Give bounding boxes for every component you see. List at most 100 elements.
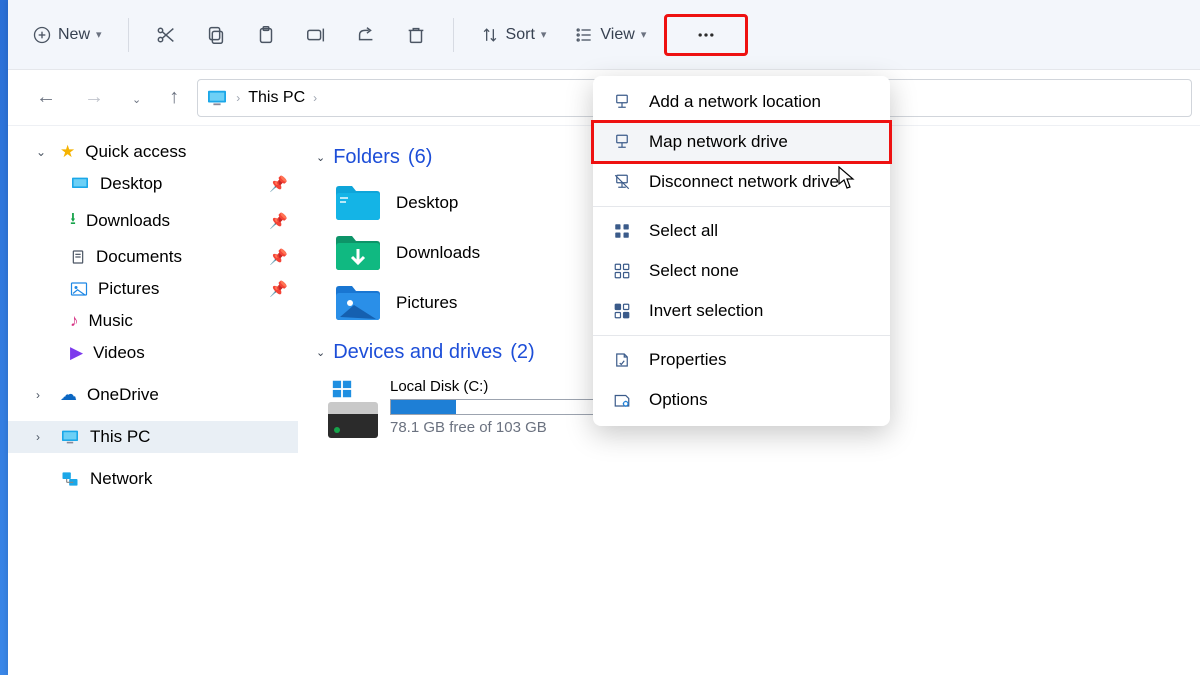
- sidebar-item-videos[interactable]: ▶ Videos: [8, 337, 298, 369]
- drives-title: Devices and drives: [333, 341, 502, 364]
- desktop-icon: [70, 176, 90, 192]
- menu-map-network-drive[interactable]: Map network drive: [593, 122, 890, 162]
- chevron-down-icon: ▾: [541, 28, 547, 41]
- windows-logo-icon: [328, 378, 378, 400]
- view-label: View: [600, 26, 634, 44]
- sidebar-quick-access[interactable]: ⌄ ★ Quick access: [8, 136, 298, 168]
- sidebar-item-downloads[interactable]: ⭳ Downloads 📌: [8, 200, 298, 241]
- sidebar-item-label: Pictures: [98, 279, 159, 299]
- folder-label: Downloads: [396, 243, 480, 263]
- cut-button[interactable]: [145, 16, 187, 54]
- chevron-right-icon: ›: [36, 388, 50, 402]
- map-drive-icon: [611, 133, 633, 151]
- forward-button[interactable]: →: [74, 78, 114, 117]
- share-button[interactable]: [345, 16, 387, 54]
- folder-pictures-icon: [334, 283, 382, 323]
- this-pc-icon: [206, 89, 228, 107]
- menu-properties[interactable]: Properties: [593, 340, 890, 380]
- videos-icon: ▶: [70, 343, 83, 363]
- recent-locations-button[interactable]: ⌄: [122, 78, 151, 117]
- sidebar-item-label: Desktop: [100, 174, 162, 194]
- folder-label: Pictures: [396, 293, 457, 313]
- sidebar-onedrive[interactable]: › ☁ OneDrive: [8, 379, 298, 411]
- menu-select-all[interactable]: Select all: [593, 211, 890, 251]
- menu-label: Map network drive: [649, 132, 788, 152]
- paste-button[interactable]: [245, 16, 287, 54]
- copy-icon: [205, 24, 227, 46]
- chevron-down-icon: ▾: [96, 28, 102, 41]
- arrow-up-icon: ↑: [169, 86, 179, 108]
- chevron-right-icon: ›: [36, 430, 50, 444]
- rename-icon: [305, 24, 327, 46]
- sort-button[interactable]: Sort ▾: [470, 17, 557, 53]
- chevron-down-icon: ⌄: [316, 346, 325, 359]
- menu-options[interactable]: Options: [593, 380, 890, 420]
- breadcrumb-this-pc[interactable]: This PC: [248, 89, 305, 107]
- onedrive-label: OneDrive: [87, 385, 159, 405]
- ellipsis-icon: [693, 25, 719, 45]
- disconnect-drive-icon: [611, 173, 633, 191]
- separator: [453, 18, 454, 52]
- view-icon: [574, 25, 594, 45]
- downloads-icon: ⭳: [70, 206, 76, 235]
- folder-label: Desktop: [396, 193, 458, 213]
- arrow-left-icon: ←: [36, 86, 56, 108]
- menu-select-none[interactable]: Select none: [593, 251, 890, 291]
- folder-downloads-icon: [334, 233, 382, 273]
- rename-button[interactable]: [295, 16, 337, 54]
- scissors-icon: [155, 24, 177, 46]
- menu-label: Select none: [649, 261, 739, 281]
- select-all-icon: [611, 222, 633, 240]
- pin-icon: 📌: [269, 280, 288, 298]
- quick-access-label: Quick access: [85, 142, 186, 162]
- pictures-icon: [70, 281, 88, 297]
- menu-separator: [593, 206, 890, 207]
- properties-icon: [611, 351, 633, 369]
- sidebar-item-label: Music: [89, 311, 133, 331]
- select-none-icon: [611, 262, 633, 280]
- clipboard-icon: [255, 24, 277, 46]
- sidebar-item-desktop[interactable]: Desktop 📌: [8, 168, 298, 200]
- more-button[interactable]: [664, 14, 748, 56]
- share-icon: [355, 24, 377, 46]
- sidebar-this-pc[interactable]: › This PC: [8, 421, 298, 453]
- menu-add-network-location[interactable]: Add a network location: [593, 82, 890, 122]
- back-button[interactable]: ←: [26, 78, 66, 117]
- plus-circle-icon: [32, 25, 52, 45]
- desktop-background-edge: [0, 0, 8, 675]
- mouse-cursor-icon: [838, 166, 856, 190]
- sidebar-item-pictures[interactable]: Pictures 📌: [8, 273, 298, 305]
- sidebar-item-label: Downloads: [86, 211, 170, 231]
- pin-icon: 📌: [269, 248, 288, 266]
- delete-button[interactable]: [395, 16, 437, 54]
- folders-count: (6): [408, 146, 432, 169]
- chevron-right-icon: ›: [236, 91, 240, 105]
- menu-invert-selection[interactable]: Invert selection: [593, 291, 890, 331]
- drives-count: (2): [510, 341, 534, 364]
- up-button[interactable]: ↑: [159, 78, 189, 117]
- pin-icon: 📌: [269, 175, 288, 193]
- navigation-pane: ⌄ ★ Quick access Desktop 📌 ⭳ Downloads 📌: [8, 126, 298, 675]
- folders-title: Folders: [333, 146, 400, 169]
- toolbar: New ▾: [8, 0, 1200, 70]
- menu-label: Properties: [649, 350, 726, 370]
- new-button[interactable]: New ▾: [22, 17, 112, 53]
- view-button[interactable]: View ▾: [564, 17, 656, 53]
- options-icon: [611, 391, 633, 409]
- copy-button[interactable]: [195, 16, 237, 54]
- this-pc-label: This PC: [90, 427, 150, 447]
- more-menu: Add a network location Map network drive…: [593, 76, 890, 426]
- chevron-down-icon: ⌄: [316, 151, 325, 164]
- chevron-down-icon: ⌄: [36, 145, 50, 159]
- star-icon: ★: [60, 142, 75, 162]
- sort-icon: [480, 25, 500, 45]
- sidebar-network[interactable]: Network: [8, 463, 298, 495]
- music-icon: ♪: [70, 311, 79, 331]
- separator: [128, 18, 129, 52]
- network-label: Network: [90, 469, 152, 489]
- sidebar-item-music[interactable]: ♪ Music: [8, 305, 298, 337]
- cloud-icon: ☁: [60, 385, 77, 405]
- menu-label: Disconnect network drive: [649, 172, 839, 192]
- network-location-icon: [611, 93, 633, 111]
- sidebar-item-documents[interactable]: Documents 📌: [8, 241, 298, 273]
